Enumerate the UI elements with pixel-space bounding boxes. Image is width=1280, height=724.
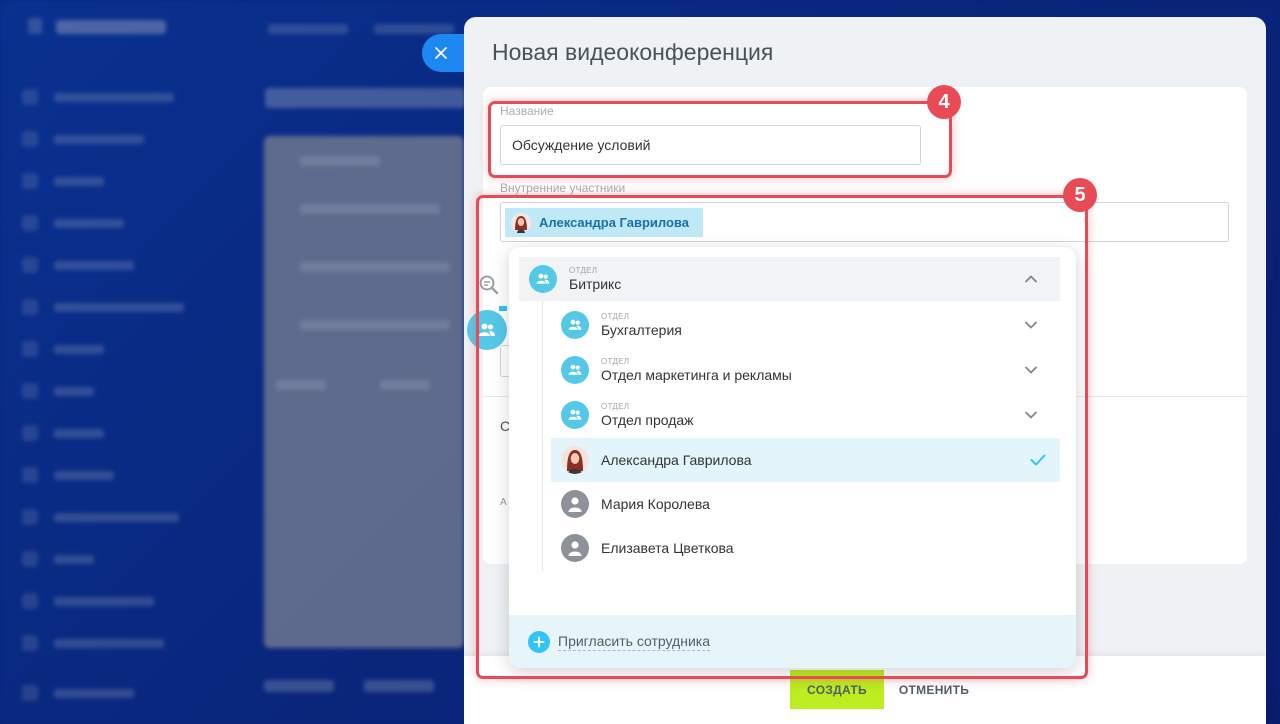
highlight-participants-field — [476, 195, 1088, 679]
highlight-name-field — [488, 101, 952, 178]
participants-field-label: Внутренние участники — [500, 181, 626, 195]
step-badge: 5 — [1063, 178, 1097, 212]
step-badge: 4 — [927, 85, 961, 119]
close-icon — [435, 47, 447, 59]
slider-title: Новая видеоконференция — [492, 39, 774, 65]
